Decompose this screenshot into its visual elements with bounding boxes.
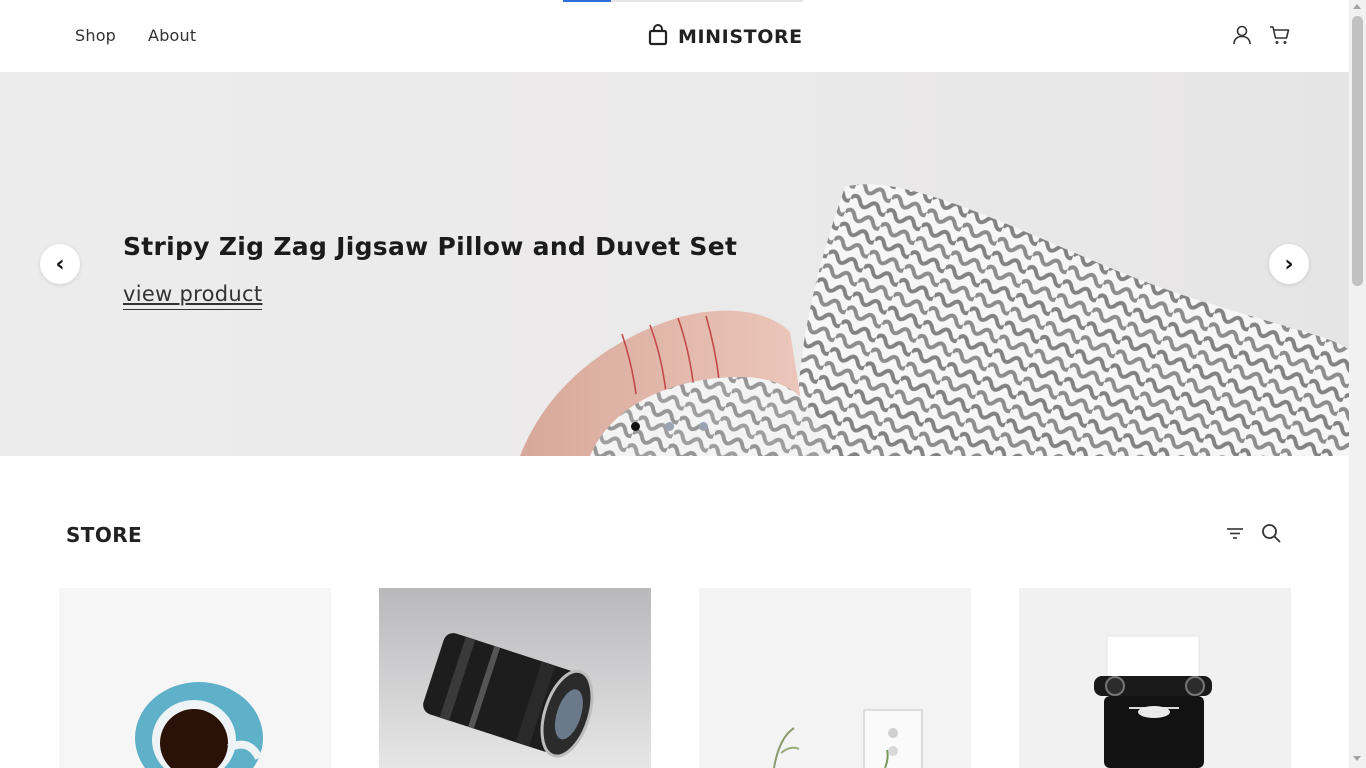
coffee-cup-image [59,588,331,768]
scroll-up-arrow-icon[interactable] [1353,4,1361,9]
product-card[interactable] [379,588,651,768]
header-actions [1230,23,1292,47]
shopping-bag-icon [648,24,668,50]
chevron-right-icon: › [1284,251,1294,277]
site-header: Shop About MINISTORE [0,0,1349,72]
hero-slider: Stripy Zig Zag Jigsaw Pillow and Duvet S… [0,72,1349,456]
slider-dot-1[interactable] [631,422,640,431]
store-section-title: STORE [66,523,143,547]
slider-next-button[interactable]: › [1269,244,1309,284]
camera-lens-image [379,588,651,768]
hero-title: Stripy Zig Zag Jigsaw Pillow and Duvet S… [123,232,738,261]
user-icon[interactable] [1230,23,1254,47]
view-product-link[interactable]: view product [123,282,263,310]
vertical-scrollbar[interactable] [1349,0,1366,768]
loading-progress-bar [563,0,803,2]
product-grid [59,588,1291,768]
brand-logo[interactable]: MINISTORE [648,24,803,50]
store-tools [1224,522,1284,546]
chevron-left-icon: ‹ [55,251,65,277]
nav-link-about[interactable]: About [148,26,196,45]
main-nav: Shop About [75,26,196,45]
typewriter-image [1019,588,1291,768]
scroll-down-arrow-icon[interactable] [1353,756,1361,761]
nav-link-shop[interactable]: Shop [75,26,116,45]
search-icon[interactable] [1260,522,1284,546]
filter-icon[interactable] [1224,522,1248,546]
product-card[interactable] [1019,588,1291,768]
product-card[interactable] [699,588,971,768]
slider-dots [631,422,708,431]
plant-frame-image [699,588,971,768]
slider-dot-2[interactable] [665,422,674,431]
slider-prev-button[interactable]: ‹ [40,244,80,284]
product-card[interactable] [59,588,331,768]
brand-name: MINISTORE [678,26,803,48]
hero-pillow-image [520,184,1349,456]
cart-icon[interactable] [1268,23,1292,47]
slider-dot-3[interactable] [699,422,708,431]
scrollbar-thumb[interactable] [1352,16,1363,286]
